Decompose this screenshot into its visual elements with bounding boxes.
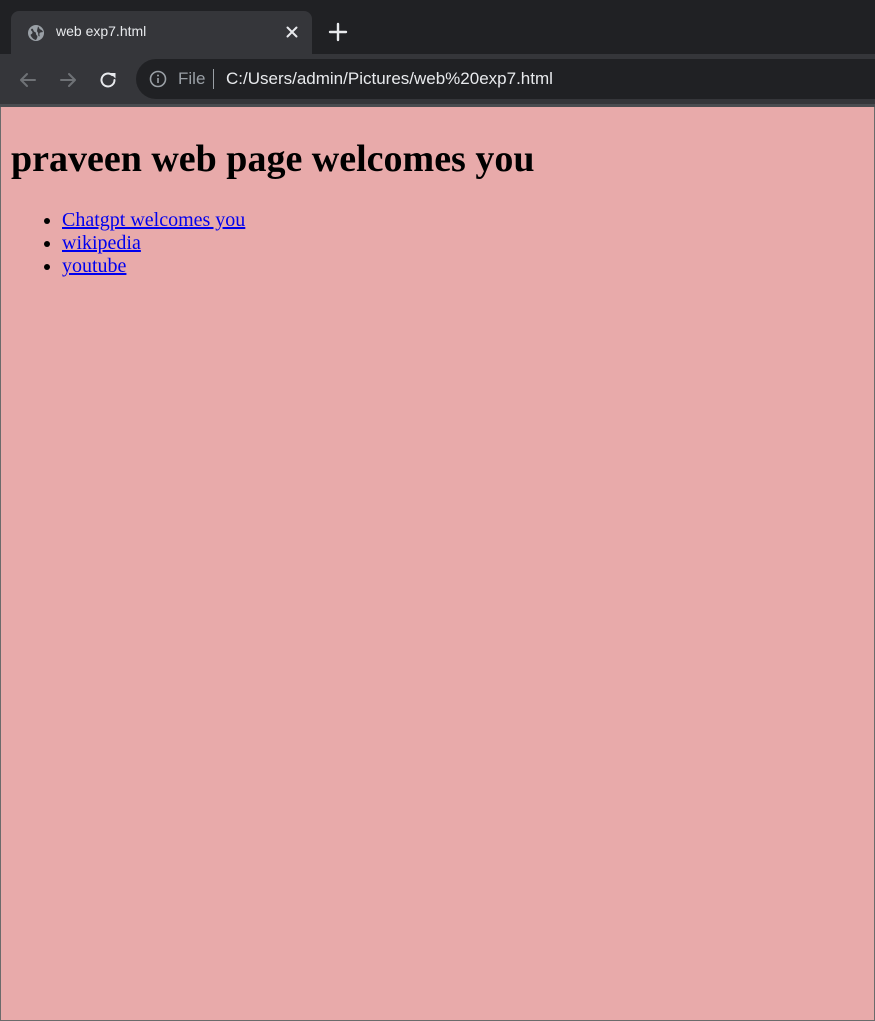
list-item: youtube: [62, 255, 245, 278]
info-icon[interactable]: [149, 70, 167, 88]
close-icon[interactable]: [283, 23, 301, 41]
link-wikipedia[interactable]: wikipedia: [62, 232, 141, 254]
forward-arrow-icon[interactable]: [57, 69, 79, 91]
list-item: wikipedia: [62, 232, 245, 255]
list-item: Chatgpt welcomes you: [62, 209, 245, 232]
browser-window: web exp7.html File C:/Users/admin/Pictur…: [0, 0, 875, 1021]
link-list: Chatgpt welcomes you wikipedia youtube: [22, 209, 245, 278]
reload-icon[interactable]: [97, 69, 119, 91]
address-bar[interactable]: File C:/Users/admin/Pictures/web%20exp7.…: [136, 59, 875, 99]
page-heading: praveen web page welcomes you: [11, 138, 535, 180]
toolbar: File C:/Users/admin/Pictures/web%20exp7.…: [0, 54, 875, 104]
globe-icon: [28, 25, 44, 41]
new-tab-plus-icon[interactable]: [327, 21, 349, 43]
tab-strip: web exp7.html: [0, 0, 875, 54]
link-chatgpt[interactable]: Chatgpt welcomes you: [62, 209, 245, 231]
scheme-label: File: [178, 69, 206, 88]
url-divider: [213, 69, 214, 89]
tab-active[interactable]: web exp7.html: [11, 11, 312, 54]
tab-title: web exp7.html: [56, 23, 147, 39]
link-youtube[interactable]: youtube: [62, 255, 126, 277]
page-viewport: praveen web page welcomes you Chatgpt we…: [0, 107, 875, 1021]
url-text[interactable]: C:/Users/admin/Pictures/web%20exp7.html: [226, 69, 553, 89]
back-arrow-icon[interactable]: [17, 69, 39, 91]
